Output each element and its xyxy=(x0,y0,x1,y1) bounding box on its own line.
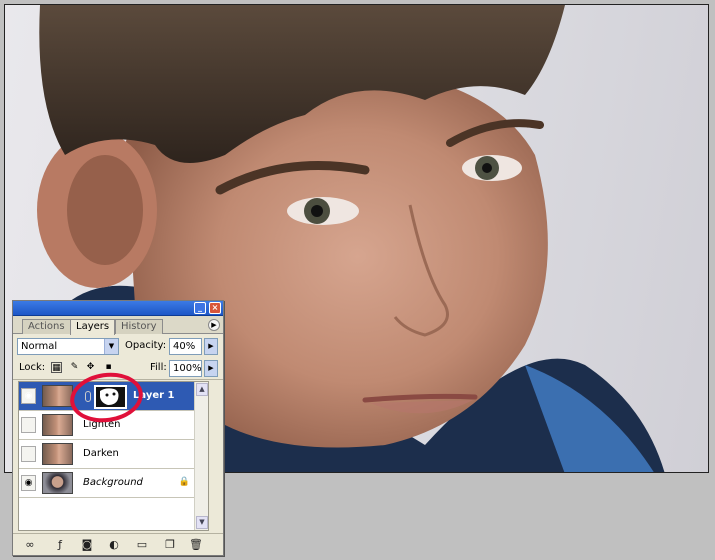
lock-paint-icon[interactable]: ✎ xyxy=(69,362,80,373)
palette-bottom-bar: ∞ ƒ ◙ ◐ ▭ ❐ 🗑 xyxy=(13,533,223,555)
layer-thumbnail xyxy=(42,443,73,465)
lock-move-icon[interactable]: ✥ xyxy=(85,362,96,373)
tab-actions[interactable]: Actions xyxy=(22,319,71,334)
layers-scrollbar[interactable]: ▲ ▼ xyxy=(194,382,208,530)
lock-transparency-icon[interactable]: ▦ xyxy=(51,362,62,373)
palette-titlebar[interactable]: _ × xyxy=(13,301,223,316)
new-group-icon[interactable]: ▭ xyxy=(135,538,149,552)
lock-label: Lock: xyxy=(19,362,46,373)
fill-slider-button[interactable]: ▶ xyxy=(204,360,218,377)
layer-row-darken[interactable]: Darken xyxy=(19,440,208,469)
opacity-slider-button[interactable]: ▶ xyxy=(204,338,218,355)
layer-name: Darken xyxy=(83,448,119,459)
layer-style-icon[interactable]: ƒ xyxy=(53,538,67,552)
trash-icon[interactable]: 🗑 xyxy=(189,538,203,552)
palette-tabs: Actions Layers History ▶ xyxy=(13,316,223,335)
eye-icon[interactable]: ◉ xyxy=(21,388,36,404)
scroll-up-icon[interactable]: ▲ xyxy=(196,383,208,396)
close-icon[interactable]: × xyxy=(209,302,221,314)
lock-all-icon[interactable]: ▪ xyxy=(103,362,114,373)
minimize-icon[interactable]: _ xyxy=(194,302,206,314)
blend-mode-select[interactable]: Normal ▼ xyxy=(17,338,119,355)
layer-thumbnail xyxy=(42,414,73,436)
fill-field[interactable]: 100% xyxy=(169,360,202,377)
new-layer-icon[interactable]: ❐ xyxy=(163,538,177,552)
add-mask-icon[interactable]: ◙ xyxy=(80,538,94,552)
eye-hidden-icon[interactable] xyxy=(21,417,36,433)
link-layers-icon[interactable]: ∞ xyxy=(23,538,37,552)
blend-row: Normal ▼ Opacity: 40% ▶ xyxy=(13,334,223,358)
scroll-down-icon[interactable]: ▼ xyxy=(196,516,208,529)
layer-row-background[interactable]: ◉ Background 🔒 xyxy=(19,469,208,498)
fill-label: Fill: xyxy=(150,362,167,373)
eye-icon[interactable]: ◉ xyxy=(21,475,36,491)
layer-name: Background xyxy=(83,477,143,488)
tab-layers[interactable]: Layers xyxy=(70,319,116,335)
palette-menu-icon[interactable]: ▶ xyxy=(208,319,220,331)
tab-history[interactable]: History xyxy=(115,319,163,334)
layer-thumbnail xyxy=(42,472,73,494)
opacity-field[interactable]: 40% xyxy=(169,338,202,355)
lock-icon: 🔒 xyxy=(178,477,190,487)
layer-thumbnail xyxy=(42,385,73,407)
layers-palette: _ × Actions Layers History ▶ Normal ▼ Op… xyxy=(12,300,224,556)
blend-mode-value: Normal xyxy=(21,341,58,352)
eye-hidden-icon[interactable] xyxy=(21,446,36,462)
opacity-label: Opacity: xyxy=(125,340,167,351)
adjustment-layer-icon[interactable]: ◐ xyxy=(107,538,121,552)
chevron-down-icon[interactable]: ▼ xyxy=(104,339,118,354)
